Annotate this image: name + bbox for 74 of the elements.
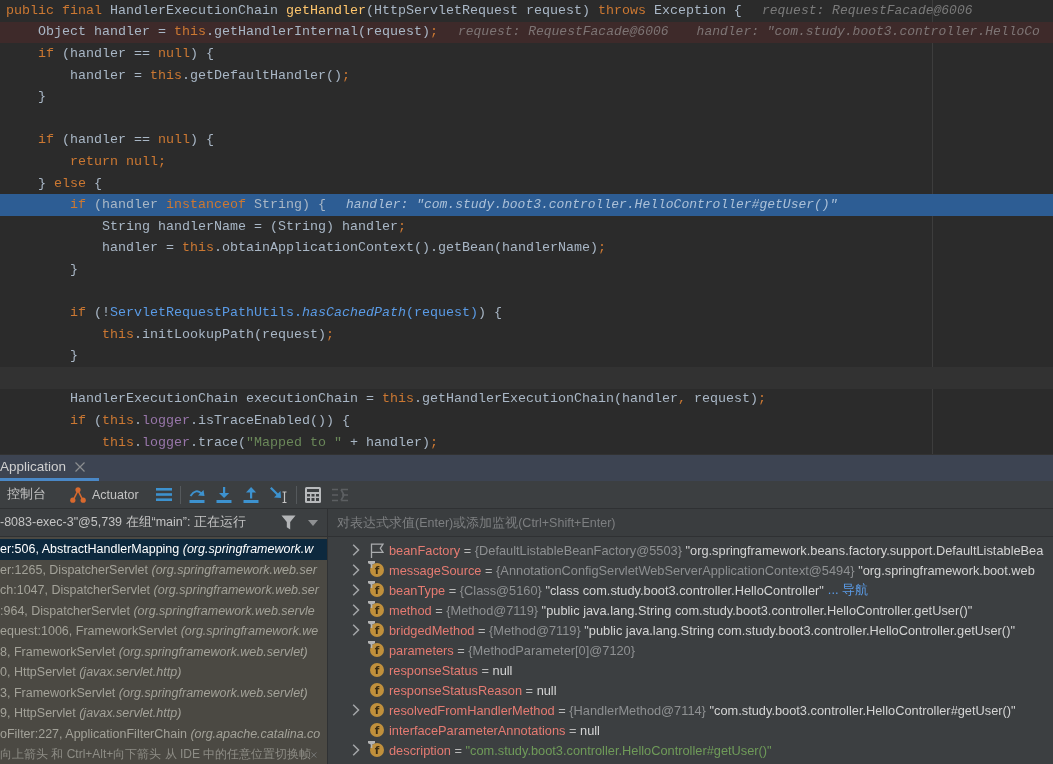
field-icon: f bbox=[370, 623, 384, 637]
code-line: if (this.logger.isTraceEnabled()) { bbox=[70, 413, 350, 430]
lines-icon[interactable] bbox=[155, 488, 172, 501]
inline-hint: handler: "com.study.boot3.controller.HelloCo bbox=[696, 24, 1040, 41]
inline-hint: handler: "com.study.boot3.controller.HelloController#getUser()" bbox=[345, 197, 838, 214]
field-icon: f bbox=[370, 683, 384, 697]
code-line: if (!ServletRequestPathUtils.hasCachedPath(request)) { bbox=[70, 305, 502, 322]
expand-chevron-icon[interactable] bbox=[352, 584, 360, 596]
stack-frame[interactable]: er:1265, DispatcherServlet (org.springframework.web.ser bbox=[0, 559, 327, 580]
expand-chevron-icon[interactable] bbox=[352, 624, 360, 636]
code-line: public final HandlerExecutionChain getHandler(HttpServletRequest request) throws Exception { bbox=[6, 2, 742, 19]
stack-frame[interactable]: equest:1006, FrameworkServlet (org.springframework.we bbox=[0, 621, 327, 642]
step-out-icon[interactable] bbox=[242, 486, 259, 503]
variable-entry: beanType = {Class@5160} "class com.study.boot3.controller.HelloController" bbox=[389, 582, 824, 598]
code-line: handler = this.obtainApplicationContext().getBean(handlerName); bbox=[102, 240, 606, 257]
stack-frame[interactable]: 9, HttpServlet (javax.servlet.http) bbox=[0, 703, 327, 724]
field-icon: f bbox=[370, 563, 384, 577]
code-line: if (handler == null) { bbox=[38, 46, 214, 62]
stack-frame[interactable]: oFilter:227, ApplicationFilterChain (org.apache.catalina.co bbox=[0, 723, 327, 744]
code-line: } else { bbox=[38, 175, 102, 192]
field-icon: f bbox=[370, 603, 384, 617]
code-line: String handlerName = (String) handler; bbox=[102, 218, 406, 235]
code-line: handler = this.getDefaultHandler(); bbox=[70, 67, 350, 84]
field-icon: f bbox=[370, 663, 384, 677]
expand-chevron-icon[interactable] bbox=[352, 544, 360, 556]
field-icon: f bbox=[370, 703, 384, 717]
code-line: } bbox=[38, 89, 46, 106]
flag-icon bbox=[370, 542, 384, 558]
expression-field[interactable]: 对表达式求值(Enter)或添加监视(Ctrl+Shift+Enter) bbox=[328, 509, 1053, 537]
code-line: if (handler == null) { bbox=[38, 132, 214, 149]
field-icon: f bbox=[370, 583, 384, 597]
inline-hint: request: RequestFacade@6006 bbox=[457, 24, 669, 41]
variable-entry: responseStatus = null bbox=[389, 662, 513, 678]
calculator-icon[interactable] bbox=[304, 486, 321, 503]
filter-icon[interactable] bbox=[281, 515, 296, 530]
step-into-icon[interactable] bbox=[215, 486, 232, 503]
expand-chevron-icon[interactable] bbox=[352, 704, 360, 716]
field-icon: f bbox=[370, 743, 384, 757]
code-line: return null; bbox=[70, 153, 166, 170]
close-icon[interactable] bbox=[75, 461, 86, 472]
variable-entry: resolvedFromHandlerMethod = {HandlerMethod@7114} "com.study.boot3.controller.HelloController#getUser()" bbox=[389, 702, 1016, 718]
field-icon: f bbox=[370, 723, 384, 737]
code-line: } bbox=[70, 261, 78, 278]
inline-hint: request: RequestFacade@6006 bbox=[761, 2, 973, 19]
code-line: this.initLookupPath(request); bbox=[102, 326, 334, 343]
code-line: this.logger.trace("Mapped to " + handler); bbox=[102, 434, 438, 451]
code-line: Object handler = this.getHandlerInternal(request); bbox=[38, 24, 438, 41]
stack-frame[interactable]: 3, FrameworkServlet (org.springframework.web.servlet) bbox=[0, 682, 327, 703]
navigate-link[interactable]: ... 导航 bbox=[827, 581, 869, 599]
stack-frame[interactable]: 8, FrameworkServlet (org.springframework.web.servlet) bbox=[0, 641, 327, 662]
variable-entry: responseStatusReason = null bbox=[389, 682, 557, 698]
variable-entry: bridgedMethod = {Method@7119} "public java.lang.String com.study.boot3.controller.HelloController.getUser()" bbox=[389, 622, 1015, 638]
console-tab[interactable]: 控制台 bbox=[0, 483, 53, 506]
actuator-icon bbox=[70, 486, 86, 503]
variable-entry: interfaceParameterAnnotations = null bbox=[389, 722, 600, 738]
stack-frame[interactable]: 0, HttpServlet (javax.servlet.http) bbox=[0, 662, 327, 683]
actuator-tab[interactable]: Actuator bbox=[63, 483, 146, 506]
code-line: } bbox=[70, 348, 78, 365]
run-to-cursor-icon[interactable] bbox=[269, 486, 288, 503]
stack-frame[interactable]: :964, DispatcherServlet (org.springframework.web.servle bbox=[0, 600, 327, 621]
expand-chevron-icon[interactable] bbox=[352, 604, 360, 616]
variable-entry: description = "com.study.boot3.controller.HelloController#getUser()" bbox=[389, 742, 772, 758]
variable-entry: method = {Method@7119} "public java.lang.String com.study.boot3.controller.HelloController.getUser()" bbox=[389, 602, 973, 618]
code-line: if (handler instanceof String) { bbox=[70, 197, 326, 214]
variable-entry: messageSource = {AnnotationConfigServletWebServerApplicationContext@5494} "org.springframework.boot.web bbox=[389, 562, 1035, 578]
code-line: HandlerExecutionChain executionChain = this.getHandlerExecutionChain(handler, request); bbox=[70, 391, 766, 408]
expand-chevron-icon[interactable] bbox=[352, 744, 360, 756]
stack-frame[interactable]: er:506, AbstractHandlerMapping (org.springframework.w bbox=[0, 539, 327, 560]
dropdown-caret-icon[interactable] bbox=[308, 519, 318, 526]
field-icon: f bbox=[370, 643, 384, 657]
variable-entry: parameters = {MethodParameter[0]@7120} bbox=[389, 642, 635, 658]
variable-entry: beanFactory = {DefaultListableBeanFactory@5503} "org.springframework.beans.factory.support.DefaultListableBea bbox=[389, 542, 1044, 558]
stack-frame[interactable]: ch:1047, DispatcherServlet (org.springframework.web.ser bbox=[0, 580, 327, 601]
expand-chevron-icon[interactable] bbox=[352, 564, 360, 576]
